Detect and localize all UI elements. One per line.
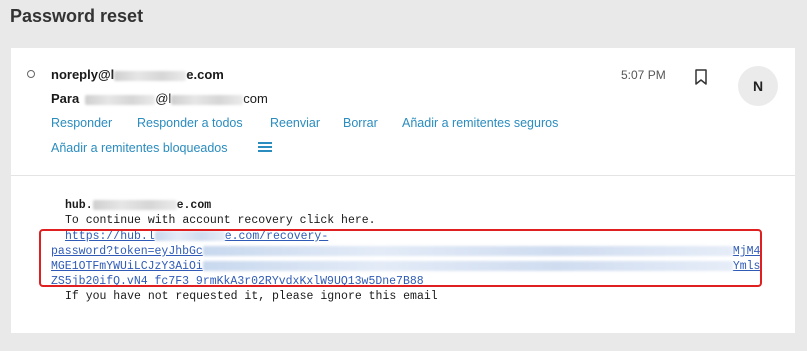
add-blocked-senders-button[interactable]: Añadir a remitentes bloqueados xyxy=(51,141,228,155)
host-prefix: hub. xyxy=(65,199,93,212)
recipient-line: Para @l com xyxy=(51,91,268,106)
sender-address: noreply@l e.com xyxy=(51,67,224,82)
forward-button[interactable]: Reenviar xyxy=(270,116,320,130)
sender-prefix: noreply@l xyxy=(51,67,115,82)
reply-button[interactable]: Responder xyxy=(51,116,112,130)
recipient-at: @l xyxy=(155,91,172,106)
delete-button[interactable]: Borrar xyxy=(343,116,378,130)
menu-icon[interactable] xyxy=(258,141,272,153)
body-footer: If you have not requested it, please ign… xyxy=(65,290,438,303)
recipient-label: Para xyxy=(51,91,80,106)
avatar: N xyxy=(738,66,778,106)
sender-suffix: e.com xyxy=(186,67,224,82)
body-host: hub. e.com xyxy=(65,199,211,212)
host-suffix: e.com xyxy=(176,199,212,212)
page-title: Password reset xyxy=(10,6,144,26)
redacted-domain xyxy=(114,70,187,81)
redacted-domain xyxy=(171,94,244,105)
bookmark-icon[interactable] xyxy=(694,69,708,85)
body-instruction: To continue with account recovery click … xyxy=(65,214,376,227)
highlight-box xyxy=(39,229,762,287)
redacted-recipient xyxy=(85,94,156,105)
reply-all-button[interactable]: Responder a todos xyxy=(137,116,243,130)
recipient-suffix: com xyxy=(243,91,268,106)
add-safe-senders-button[interactable]: Añadir a remitentes seguros xyxy=(402,116,558,130)
radio-icon[interactable] xyxy=(27,70,35,78)
redacted-domain xyxy=(92,199,177,210)
email-card: noreply@l e.com Para @l com 5:07 PM N Respo… xyxy=(11,48,795,333)
timestamp: 5:07 PM xyxy=(621,68,666,82)
header-divider xyxy=(11,175,795,176)
